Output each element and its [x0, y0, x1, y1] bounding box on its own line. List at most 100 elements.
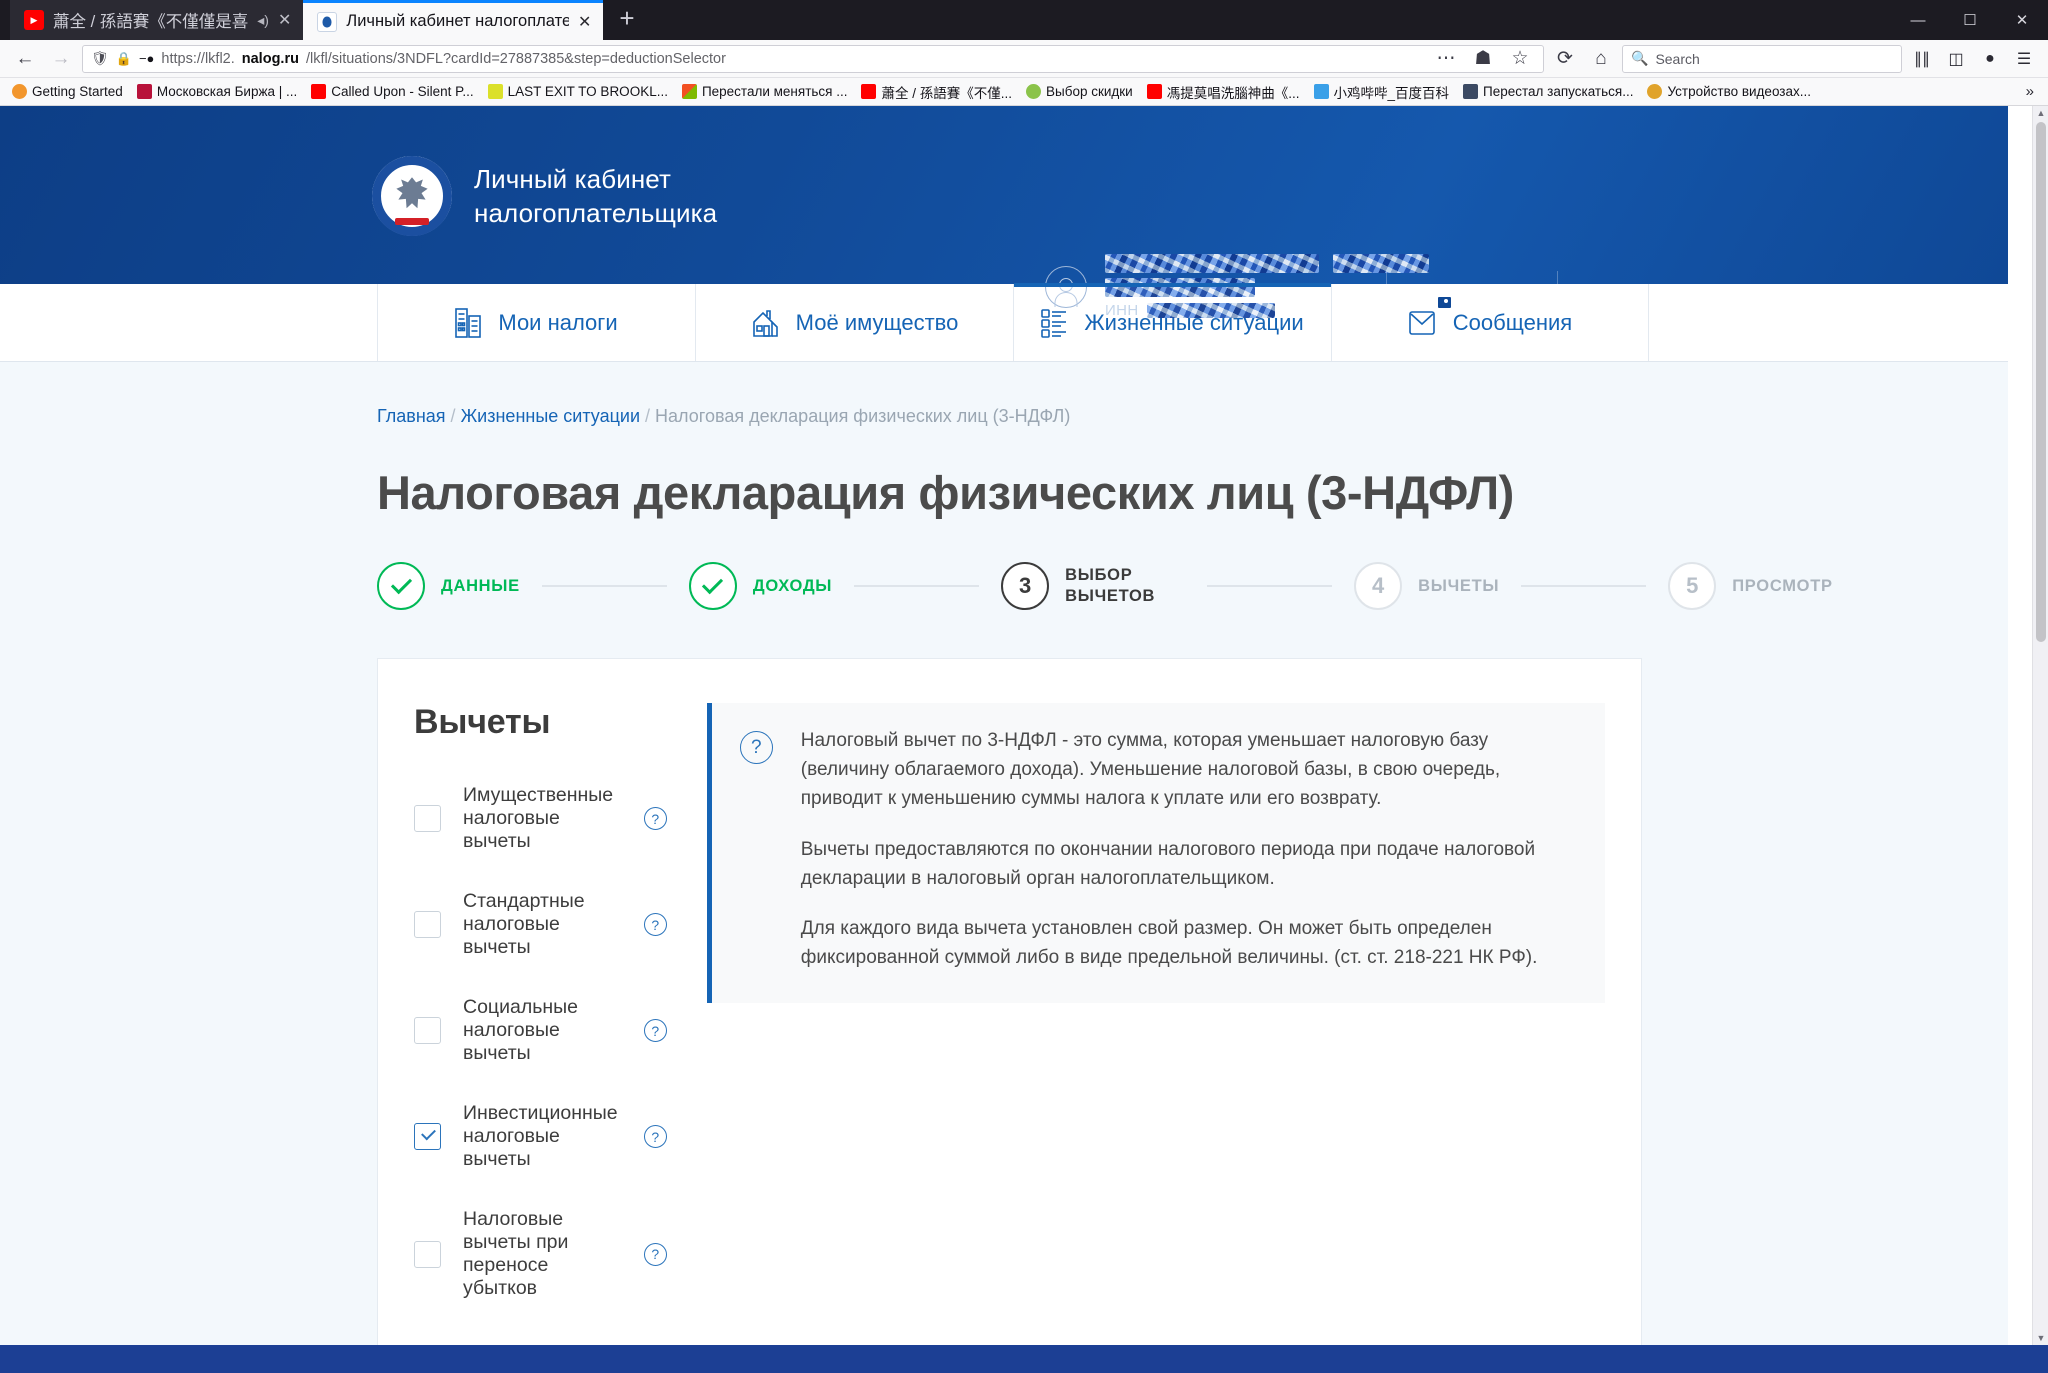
- bookmark-item[interactable]: Перестали меняться ...: [676, 82, 854, 101]
- bookmark-label: 蕭全 / 孫語賽《不僅...: [881, 85, 1012, 101]
- new-tab-button[interactable]: +: [603, 5, 650, 35]
- bookmark-item[interactable]: 馮提莫唱洗腦神曲《...: [1141, 80, 1306, 104]
- info-panel-text: Налоговый вычет по 3-НДФЛ - это сумма, к…: [801, 727, 1571, 973]
- bookmark-item[interactable]: 蕭全 / 孫語賽《不僅...: [855, 80, 1018, 104]
- pocket-icon[interactable]: ☗: [1468, 44, 1498, 74]
- tracking-shield-icon[interactable]: 🛡: [91, 50, 109, 67]
- card-heading: Вычеты: [414, 703, 551, 741]
- step-connector: [854, 585, 980, 587]
- bookmark-item[interactable]: LAST EXIT TO BROOKL...: [482, 82, 674, 101]
- bookmark-favicon: [311, 84, 327, 99]
- nalog-icon: [317, 11, 338, 32]
- checkbox-social[interactable]: [414, 1017, 441, 1044]
- scroll-down-arrow-icon[interactable]: ▼: [2033, 1333, 2048, 1343]
- house-icon: [752, 309, 778, 337]
- bookmark-label: Выбор скидки: [1046, 84, 1133, 99]
- bookmark-item[interactable]: 小鸡哔哔_百度百科: [1308, 80, 1456, 104]
- site-logo[interactable]: Личный кабинет налогоплательщика: [372, 156, 717, 236]
- tab-life-situations[interactable]: Жизненные ситуации: [1013, 283, 1331, 361]
- library-icon[interactable]: ∥∥: [1908, 45, 1936, 73]
- bookmark-item[interactable]: Перестал запускаться...: [1457, 82, 1639, 101]
- step-2-income[interactable]: ДОХОДЫ: [688, 562, 833, 610]
- menu-icon[interactable]: ☰: [2010, 45, 2038, 73]
- page-scrollbar[interactable]: ▲ ▼: [2032, 106, 2048, 1345]
- step-label: ДОХОДЫ: [752, 576, 833, 595]
- deduction-options: Вычеты Имущественные налоговые вычеты ? …: [414, 703, 667, 1337]
- browser-tab-nalog[interactable]: Личный кабинет налогоплате ✕: [303, 0, 604, 40]
- url-bar[interactable]: 🛡 🔒 −● https://lkfl2. nalog.ru/lkfl/situa…: [82, 44, 1544, 74]
- forward-button[interactable]: →: [46, 44, 76, 74]
- tab-mute-icon[interactable]: ◂): [257, 12, 269, 29]
- checkbox-row-property[interactable]: Имущественные налоговые вычеты ?: [414, 784, 667, 853]
- checkbox-row-investment[interactable]: Инвестиционные налоговые вычеты ?: [414, 1102, 667, 1171]
- bookmark-item[interactable]: Getting Started: [6, 82, 129, 101]
- step-5-preview[interactable]: 5 ПРОСМОТР: [1668, 562, 1832, 610]
- step-1-data[interactable]: ДАННЫЕ: [377, 562, 520, 610]
- tab-my-property[interactable]: Моё имущество: [695, 284, 1013, 361]
- bookmarks-bar: Getting Started Московская Биржа | ... C…: [0, 78, 2048, 106]
- step-circle-done: [377, 562, 425, 610]
- search-bar[interactable]: 🔍 Search: [1622, 44, 1902, 73]
- site-title-line2: налогоплательщика: [474, 198, 718, 228]
- checkbox-loss-carryover[interactable]: [414, 1240, 441, 1268]
- scrollbar-thumb[interactable]: [2036, 122, 2046, 642]
- envelope-icon: [1408, 310, 1435, 335]
- bookmarks-overflow-chevron-icon[interactable]: »: [2026, 83, 2042, 100]
- tab-close-icon[interactable]: ✕: [578, 12, 591, 32]
- tab-my-taxes[interactable]: Мои налоги: [377, 284, 695, 361]
- tab-title: Личный кабинет налогоплате: [346, 12, 569, 30]
- checkbox-row-social[interactable]: Социальные налоговые вычеты ?: [414, 996, 667, 1065]
- account-icon[interactable]: ●: [1976, 45, 2004, 73]
- os-taskbar: [0, 1345, 2048, 1373]
- tab-close-icon[interactable]: ✕: [278, 10, 291, 30]
- help-icon[interactable]: ?: [643, 1242, 667, 1266]
- bookmark-item[interactable]: Московская Биржа | ...: [131, 82, 303, 101]
- checkbox-row-standard[interactable]: Стандартные налоговые вычеты ?: [414, 890, 667, 959]
- reload-button[interactable]: ⟳: [1550, 44, 1580, 74]
- close-window-button[interactable]: ✕: [1996, 11, 2048, 29]
- help-icon[interactable]: ?: [643, 913, 667, 936]
- bookmark-label: 小鸡哔哔_百度百科: [1333, 85, 1450, 101]
- scroll-up-arrow-icon[interactable]: ▲: [2033, 108, 2048, 118]
- tab-messages[interactable]: Сообщения: [1331, 284, 1649, 361]
- checkbox-row-loss-carryover[interactable]: Налоговые вычеты при переносе убытков ?: [414, 1208, 667, 1300]
- bookmark-item[interactable]: Устройство видеозах...: [1641, 82, 1817, 101]
- maximize-button[interactable]: ☐: [1944, 11, 1996, 29]
- browser-navbar: ← → 🛡 🔒 −● https://lkfl2. nalog.ru/lkfl/s…: [0, 40, 2048, 78]
- browser-tab-youtube[interactable]: 蕭全 / 孫語賽《不僅僅是喜 ◂) ✕: [10, 0, 304, 40]
- page-actions-icon[interactable]: ⋯: [1431, 44, 1461, 74]
- step-circle-current: 3: [1001, 562, 1050, 610]
- bookmark-label: 馮提莫唱洗腦神曲《...: [1166, 85, 1300, 101]
- help-icon[interactable]: ?: [643, 1125, 667, 1148]
- bookmark-favicon: [1647, 84, 1663, 99]
- minimize-button[interactable]: —: [1892, 12, 1944, 29]
- step-3-deduction-selector[interactable]: 3 ВЫБОР ВЫЧЕТОВ: [1001, 562, 1185, 610]
- bookmark-star-icon[interactable]: ☆: [1505, 44, 1535, 74]
- step-4-deductions[interactable]: 4 ВЫЧЕТЫ: [1354, 562, 1499, 610]
- search-placeholder: Search: [1655, 50, 1700, 67]
- breadcrumb-home[interactable]: Главная: [377, 406, 446, 426]
- browser-window: 蕭全 / 孫語賽《不僅僅是喜 ◂) ✕ Личный кабинет налог…: [0, 0, 2048, 1373]
- tax-document-icon: [455, 307, 482, 338]
- checkbox-property[interactable]: [414, 805, 441, 832]
- breadcrumb-separator: /: [645, 406, 651, 426]
- checkbox-standard[interactable]: [414, 911, 441, 938]
- card-content: Вычеты Имущественные налоговые вычеты ? …: [378, 659, 1641, 1345]
- help-icon[interactable]: ?: [643, 1019, 667, 1042]
- lock-icon[interactable]: 🔒: [116, 51, 132, 67]
- breadcrumb-current: Налоговая декларация физических лиц (3-Н…: [655, 406, 1071, 426]
- breadcrumb-section[interactable]: Жизненные ситуации: [461, 406, 640, 426]
- bookmark-item[interactable]: Called Upon - Silent P...: [305, 82, 479, 101]
- window-controls: — ☐ ✕: [1892, 0, 2048, 40]
- checkbox-label: Социальные налоговые вычеты: [463, 996, 579, 1064]
- site-header: Личный кабинет налогоплательщика ИНН 0.0…: [0, 106, 2008, 325]
- back-button[interactable]: ←: [10, 44, 40, 74]
- bookmark-label: Перестал запускаться...: [1483, 84, 1634, 99]
- sidebar-icon[interactable]: ◫: [1942, 45, 1970, 73]
- bookmark-label: Московская Биржа | ...: [156, 84, 298, 99]
- home-button[interactable]: ⌂: [1586, 44, 1616, 74]
- checkbox-investment[interactable]: [414, 1123, 441, 1150]
- help-icon[interactable]: ?: [643, 807, 667, 830]
- info-paragraph: Налоговый вычет по 3-НДФЛ - это сумма, к…: [800, 730, 1501, 809]
- bookmark-item[interactable]: Выбор скидки: [1020, 82, 1139, 101]
